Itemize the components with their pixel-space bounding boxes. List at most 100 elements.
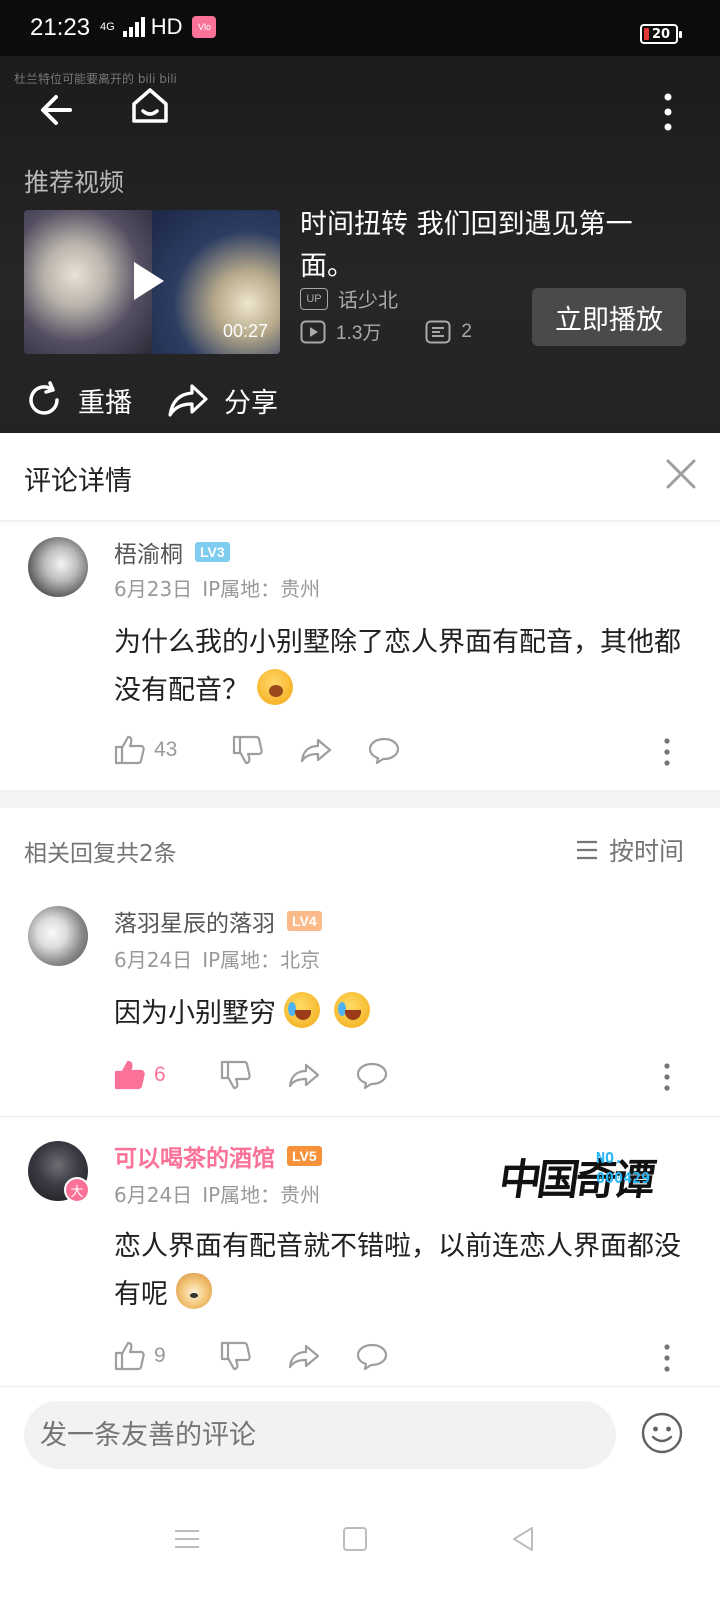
replies-header: 相关回复共2条 按时间 <box>0 808 720 888</box>
status-time: 21:23 <box>30 14 91 41</box>
danmaku-icon <box>425 320 451 343</box>
reply-count: 相关回复共2条 <box>24 841 177 867</box>
replay-label: 重播 <box>78 387 132 419</box>
level-badge: LV5 <box>287 1146 322 1166</box>
thumb-up-icon <box>114 1341 145 1371</box>
username-text: 梧渝桐 <box>114 542 183 568</box>
avatar[interactable] <box>28 537 88 597</box>
level-badge: LV3 <box>195 542 230 562</box>
doge-emoji-icon <box>176 1273 212 1309</box>
menu-icon[interactable] <box>172 1524 202 1554</box>
comment-text: 为什么我的小别墅除了恋人界面有配音，其他都没有配音？ <box>114 619 690 715</box>
reply-date: 6月24日 <box>114 1183 193 1207</box>
share-icon[interactable] <box>270 1343 338 1369</box>
reply-username[interactable]: 落羽星辰的落羽 LV4 <box>114 904 322 938</box>
vip-badge-icon: 大 <box>64 1177 90 1203</box>
home-square-icon[interactable] <box>340 1524 370 1554</box>
reply-body: 因为小别墅穷 <box>114 998 276 1029</box>
battery-level: 20 <box>651 26 671 42</box>
like-button[interactable]: 9 <box>114 1341 202 1371</box>
signal-icon <box>122 17 145 37</box>
brand-number: NO. 000429 <box>596 1148 650 1188</box>
home-icon[interactable] <box>128 84 172 128</box>
reply-ip-location: IP属地：贵州 <box>202 1183 321 1207</box>
share-icon <box>168 384 208 417</box>
share-label: 分享 <box>224 387 278 419</box>
uploader-info[interactable]: UP 话少北 <box>300 284 398 313</box>
reply-text: 恋人界面有配音就不错啦，以前连恋人界面都没有呢 <box>114 1223 690 1319</box>
comment-input-bar <box>0 1386 720 1486</box>
play-now-button[interactable]: 立即播放 <box>532 288 686 346</box>
video-actions: 重播 分享 <box>24 380 312 420</box>
section-divider <box>0 790 720 808</box>
thumbnail-left-image <box>24 210 152 354</box>
like-count: 9 <box>154 1344 166 1367</box>
comment-date: 6月23日 <box>114 577 193 601</box>
comment-actions: 43 <box>114 735 418 765</box>
like-count: 43 <box>154 738 178 761</box>
comment-ip-location: IP属地：贵州 <box>202 577 321 601</box>
uploader-name: 话少北 <box>338 288 398 312</box>
like-count: 6 <box>154 1063 166 1086</box>
replay-icon <box>29 381 59 415</box>
sort-by-time-button[interactable]: 按时间 <box>575 832 684 868</box>
reply-more-icon[interactable] <box>663 1062 671 1092</box>
reply-ip-location: IP属地：北京 <box>202 948 321 972</box>
video-thumbnail[interactable]: 00:27 <box>24 210 280 354</box>
app-notification-icon: Vlo <box>192 16 217 38</box>
comment-meta: 6月23日 IP属地：贵州 <box>114 573 320 602</box>
comment-body: 为什么我的小别墅除了恋人界面有配音，其他都没有配音？ <box>114 627 681 706</box>
thumb-down-icon[interactable] <box>214 735 282 765</box>
comment-input[interactable] <box>24 1401 616 1469</box>
comment-details-title: 评论详情 <box>24 466 132 497</box>
share-button[interactable]: 分享 <box>166 380 278 420</box>
reply-more-icon[interactable] <box>663 1343 671 1373</box>
video-end-panel: 杜兰特位可能要离开的 bili bili 推荐视频 00:27 时间扭转 我们回… <box>0 56 720 433</box>
comment-more-icon[interactable] <box>663 737 671 767</box>
video-stats: 1.3万 2 <box>300 318 472 345</box>
sort-list-icon <box>576 840 597 860</box>
reply-icon[interactable] <box>338 1342 406 1370</box>
danmaku-count: 2 <box>461 320 472 342</box>
battery-icon: 20 <box>640 24 682 44</box>
reply-icon[interactable] <box>338 1061 406 1089</box>
network-type-label: 4G <box>100 20 115 33</box>
like-button[interactable]: 6 <box>114 1060 202 1090</box>
username-text: 可以喝茶的酒馆 <box>114 1146 275 1172</box>
brand-number-label: NO. <box>596 1149 624 1167</box>
laugh-cry-emoji-icon <box>284 992 320 1028</box>
system-nav-bar <box>0 1486 720 1600</box>
video-title[interactable]: 时间扭转 我们回到遇见第一面。 <box>300 204 660 288</box>
reply-item: 落羽星辰的落羽 LV4 6月24日 IP属地：北京 因为小别墅穷 6 <box>0 888 720 1116</box>
recommended-videos-heading: 推荐视频 <box>24 168 125 197</box>
play-count-icon <box>300 320 326 343</box>
view-count: 1.3万 <box>336 323 382 344</box>
share-icon[interactable] <box>282 737 350 763</box>
share-icon[interactable] <box>270 1062 338 1088</box>
close-icon[interactable] <box>664 457 698 491</box>
emoji-picker-icon[interactable] <box>640 1411 684 1455</box>
replay-button[interactable]: 重播 <box>24 380 132 420</box>
laugh-cry-emoji-icon <box>334 992 370 1028</box>
thumb-down-icon[interactable] <box>202 1060 270 1090</box>
username-text: 落羽星辰的落羽 <box>114 911 275 937</box>
reply-icon[interactable] <box>350 736 418 764</box>
thumb-up-icon <box>114 735 145 765</box>
yawn-emoji-icon <box>257 669 293 705</box>
status-bar: 21:23 4G HD Vlo 20 <box>0 0 720 56</box>
thumb-down-icon[interactable] <box>202 1341 270 1371</box>
comment-details-header: 评论详情 <box>0 433 720 521</box>
level-badge: LV4 <box>287 911 322 931</box>
brand-number-value: 000429 <box>596 1169 651 1187</box>
comment-username[interactable]: 梧渝桐 LV3 <box>114 535 230 569</box>
like-button[interactable]: 43 <box>114 735 214 765</box>
avatar[interactable] <box>28 906 88 966</box>
reply-username[interactable]: 可以喝茶的酒馆 LV5 <box>114 1139 322 1173</box>
back-triangle-icon[interactable] <box>508 1524 538 1554</box>
reply-date: 6月24日 <box>114 948 193 972</box>
reply-meta: 6月24日 IP属地：北京 <box>114 944 320 973</box>
sort-label: 按时间 <box>608 837 684 866</box>
more-options-icon[interactable] <box>660 92 676 132</box>
back-arrow-icon[interactable] <box>36 88 80 132</box>
reply-actions: 6 <box>114 1060 406 1090</box>
